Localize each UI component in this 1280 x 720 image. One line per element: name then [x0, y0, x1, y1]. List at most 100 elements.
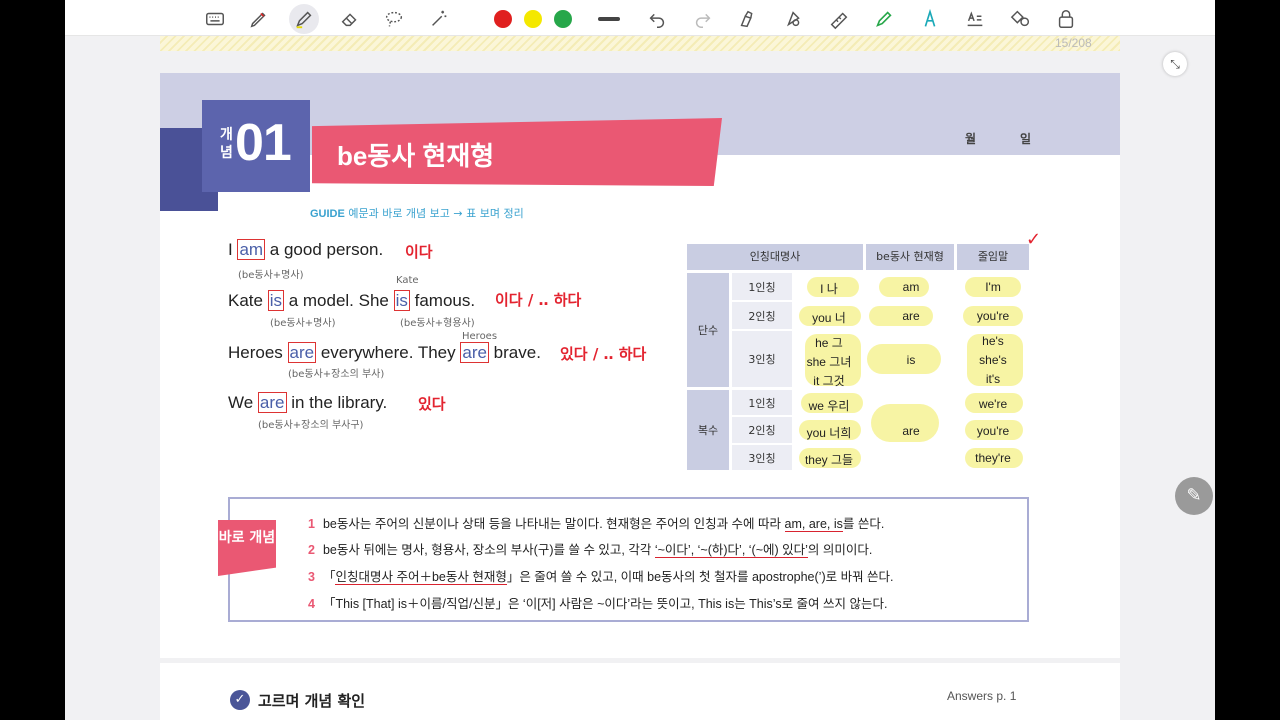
be-verb-keyword: are: [257, 392, 287, 413]
summary-text: 의 의미이다.: [807, 543, 873, 557]
short-cell: you're: [976, 424, 1010, 438]
be-verb-table: 인칭대명사 be동사 현재형 줄임말 단수 복수 1인칭 2인칭 3인칭 1인칭…: [687, 244, 1031, 470]
collapse-icon[interactable]: ⤡: [1163, 52, 1187, 76]
guide-text: 예문과 바로 개념 보고 → 표 보며 정리: [348, 207, 524, 220]
baro-concept-tag: 바로 개념: [218, 520, 276, 576]
text-pen-icon[interactable]: [919, 8, 941, 30]
person-cell: 1인칭: [732, 273, 792, 300]
note-app: 15/208 ⤡ 개념 01 be동사 현재형 월 일 GUIDE 예문과 바로…: [65, 0, 1215, 720]
hand-draw-icon[interactable]: [737, 8, 759, 30]
shapes-icon[interactable]: [1010, 8, 1032, 30]
example-text: everywhere. They: [316, 343, 461, 362]
redo-icon[interactable]: [692, 8, 714, 30]
pronoun-cell: they 그들: [804, 453, 854, 467]
shape-icon[interactable]: [783, 8, 805, 30]
text-box-icon[interactable]: [964, 8, 986, 30]
be-verb-keyword: is: [393, 290, 410, 311]
example-text: in the library.: [286, 393, 388, 412]
short-cell: we're: [978, 397, 1008, 411]
handwritten-note: 있다 / ‥ 하다: [560, 345, 647, 363]
grammar-note: (be동사+형용사): [400, 318, 475, 329]
example-text: Kate: [228, 291, 268, 310]
group-singular: 단수: [687, 273, 729, 387]
table-header: 줄임말: [957, 244, 1029, 270]
summary-text: 」은 줄여 쓸 수 있고, 이때 be동사의 첫 철자를 apostrophe(…: [506, 570, 894, 584]
section-title: 고르며 개념 확인: [258, 692, 366, 710]
be-verb-keyword: am: [237, 239, 266, 260]
grammar-note: (be동사+명사): [270, 318, 336, 329]
summary-text: be동사 뒤에는 명사, 형용사, 장소의 부사(구)를 쓸 수 있고, 각각: [322, 543, 655, 557]
keyboard-icon[interactable]: [204, 8, 226, 30]
summary-text: be동사는 주어의 신분이나 상태 등을 나타내는 말이다. 현재형은 주어의 …: [322, 517, 785, 531]
color-red-swatch[interactable]: [494, 10, 512, 28]
stroke-width-icon[interactable]: [598, 17, 620, 21]
example-text: a good person.: [265, 240, 384, 259]
underlined-text: ‘~이다’, ‘~(하)다’, ‘(~에) 있다’: [654, 543, 808, 558]
handwritten-note: 이다: [405, 243, 433, 261]
be-verb-keyword: are: [460, 342, 489, 363]
handwritten-check: ✓: [1026, 229, 1042, 250]
previous-page-strip: [160, 36, 1120, 51]
day-label: 일: [1020, 132, 1032, 146]
table-header: 인칭대명사: [687, 244, 863, 270]
summary-text: 「This [That] is＋이름/직업/신분」은 ‘이[저] 사람은 ~이다…: [322, 597, 888, 611]
month-label: 월: [965, 132, 977, 146]
guide-label: GUIDE: [310, 208, 345, 220]
example-text: a model. She: [283, 291, 394, 310]
pronoun-cell: I 나: [820, 282, 838, 296]
be-verb-keyword: is: [267, 290, 284, 311]
undo-icon[interactable]: [646, 8, 668, 30]
pronoun-cell: it 그것: [813, 374, 845, 388]
color-yellow-swatch[interactable]: [524, 10, 542, 28]
short-cell: you're: [976, 309, 1010, 323]
lasso-icon[interactable]: [383, 8, 405, 30]
example-sentence-1: I am a good person.: [228, 239, 384, 260]
pronoun-cell: he 그: [815, 336, 843, 350]
color-green-swatch[interactable]: [554, 10, 572, 28]
item-number: 1: [308, 517, 315, 531]
concept-number: 01: [235, 114, 292, 172]
textbook-page: 개념 01 be동사 현재형 월 일 GUIDE 예문과 바로 개념 보고 → …: [160, 73, 1120, 658]
table-header: be동사 현재형: [866, 244, 954, 270]
example-sentence-2: Kate is a model. She is famous.: [228, 290, 476, 311]
handwritten-note: 있다: [418, 395, 446, 413]
eraser-icon[interactable]: [339, 8, 361, 30]
person-cell: 2인칭: [732, 417, 792, 443]
pronoun-cell: you 너: [812, 311, 846, 325]
short-cell: I'm: [985, 280, 1001, 294]
concept-prefix: 개념: [220, 126, 233, 160]
handwritten-ref: Kate: [396, 275, 419, 286]
underlined-text: 인칭대명사 주어＋be동사 현재형: [335, 570, 507, 585]
item-number: 4: [308, 597, 315, 611]
answers-reference: Answers p. 1: [947, 689, 1017, 703]
marker-icon[interactable]: [873, 8, 895, 30]
pen-icon[interactable]: [248, 8, 270, 30]
check-circle-icon: ✓: [230, 690, 250, 710]
summary-item-4: 4 「This [That] is＋이름/직업/신분」은 ‘이[저] 사람은 ~이…: [308, 593, 887, 612]
short-cell: it's: [985, 372, 1001, 386]
pronoun-cell: she 그녀: [806, 355, 852, 369]
grammar-note: (be동사+장소의 부사구): [258, 420, 364, 431]
edit-pencil-icon[interactable]: ✎: [1175, 477, 1213, 515]
handwritten-ref: Heroes: [462, 331, 498, 342]
lock-icon[interactable]: [1055, 8, 1077, 30]
ruler-icon[interactable]: [828, 8, 850, 30]
handwritten-note: 이다 / ‥ 하다: [495, 291, 582, 309]
person-cell: 1인칭: [732, 390, 792, 415]
person-cell: 3인칭: [732, 331, 792, 387]
summary-item-3: 3 「인칭대명사 주어＋be동사 현재형」은 줄여 쓸 수 있고, 이때 be동사…: [308, 566, 894, 585]
person-cell: 3인칭: [732, 445, 792, 470]
be-verb-keyword: are: [287, 342, 317, 363]
example-text: Heroes: [228, 343, 288, 362]
highlighter-icon[interactable]: [289, 4, 319, 34]
pronoun-cell: we 우리: [808, 399, 850, 413]
example-text: famous.: [409, 291, 476, 310]
magic-icon[interactable]: [428, 8, 450, 30]
item-number: 3: [308, 570, 315, 584]
page-counter: 15/208: [1055, 36, 1092, 50]
group-plural: 복수: [687, 390, 729, 470]
summary-item-1: 1 be동사는 주어의 신분이나 상태 등을 나타내는 말이다. 현재형은 주어의…: [308, 513, 884, 532]
summary-item-2: 2 be동사 뒤에는 명사, 형용사, 장소의 부사(구)를 쓸 수 있고, 각각…: [308, 539, 872, 558]
short-cell: he's: [982, 334, 1004, 348]
guide-line: GUIDE 예문과 바로 개념 보고 → 표 보며 정리: [310, 205, 524, 221]
